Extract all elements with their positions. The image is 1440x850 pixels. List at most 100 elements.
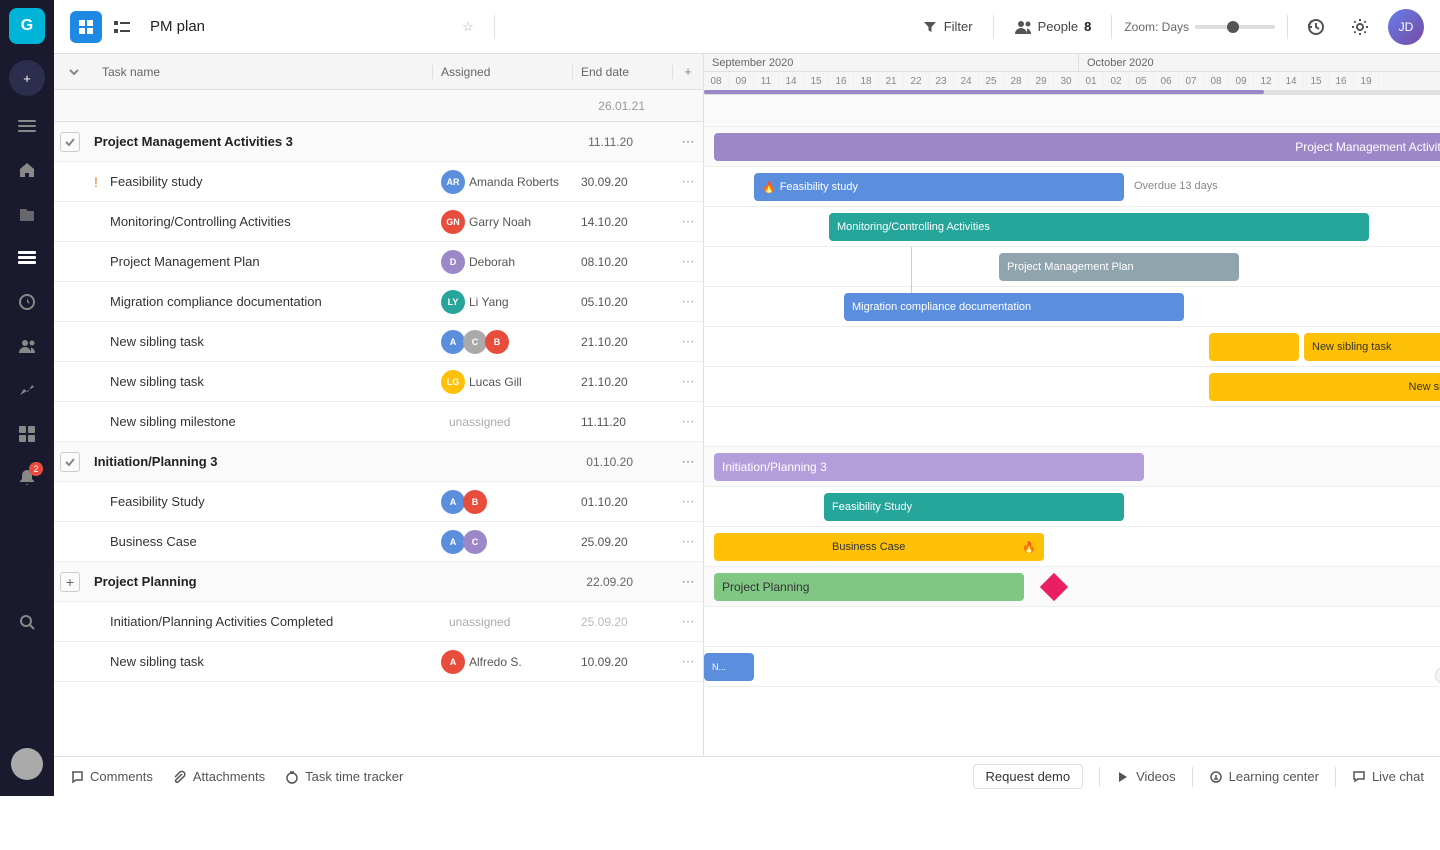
sidebar-item-timeline[interactable] <box>9 284 45 320</box>
task-date-sibling2: 21.10.20 <box>573 375 673 389</box>
group-toggle-ip3[interactable] <box>54 452 94 472</box>
group-more-ip3[interactable]: ⋯ <box>673 454 703 470</box>
gantt-group-ip3: Initiation/Planning 3 <box>704 447 1440 487</box>
people-button[interactable]: People 8 <box>1006 14 1100 40</box>
group-more-pma3[interactable]: ⋯ <box>673 134 703 150</box>
avatar: LY <box>441 290 465 314</box>
sidebar-item-collapse[interactable] <box>9 108 45 144</box>
task-more-pm-plan[interactable]: ⋯ <box>673 254 703 270</box>
group-checkbox-ip3[interactable] <box>60 452 80 472</box>
day-16b: 16 <box>1329 72 1354 90</box>
gantt-bar-sibling1a[interactable] <box>1209 333 1299 361</box>
task-date-ip-completed: 25.09.20 <box>573 615 673 629</box>
sidebar-item-folders[interactable] <box>9 196 45 232</box>
gantt-bar-sibling1b[interactable]: New sibling task <box>1304 333 1440 361</box>
group-checkbox-pma3[interactable] <box>60 132 80 152</box>
sidebar-item-dashboard[interactable] <box>9 416 45 452</box>
app-logo[interactable]: G <box>9 8 45 44</box>
gantt-bar-monitoring[interactable]: Monitoring/Controlling Activities <box>829 213 1369 241</box>
gantt-bar-ip3[interactable]: Initiation/Planning 3 <box>714 453 1144 481</box>
day-15b: 15 <box>1304 72 1329 90</box>
group-name-pp: Project Planning <box>94 574 573 589</box>
request-demo-button[interactable]: Request demo <box>973 764 1084 789</box>
sidebar-item-people[interactable] <box>9 328 45 364</box>
add-button[interactable]: + <box>9 60 45 96</box>
sidebar-item-search[interactable] <box>9 604 45 640</box>
avatar: D <box>441 250 465 274</box>
task-more-business[interactable]: ⋯ <box>673 534 703 550</box>
task-row-migration: Migration compliance documentation LY Li… <box>54 282 703 322</box>
task-more-feasibility[interactable]: ⋯ <box>673 174 703 190</box>
task-more-sibling3[interactable]: ⋯ <box>673 654 703 670</box>
task-assigned-pm-plan: D Deborah <box>433 250 573 274</box>
user-menu-button[interactable]: JD <box>1388 9 1424 45</box>
bottom-sep2 <box>1192 767 1193 787</box>
gantt-bar-feasibility2[interactable]: Feasibility Study <box>824 493 1124 521</box>
task-assigned-sibling1: A C B <box>433 330 573 354</box>
sidebar-item-list[interactable] <box>9 240 45 276</box>
user-avatar[interactable] <box>11 748 43 780</box>
task-assigned-sibling2: LG Lucas Gill <box>433 370 573 394</box>
day-14b: 14 <box>1279 72 1304 90</box>
task-name-migration: Migration compliance documentation <box>110 294 433 309</box>
task-name-sibling3: New sibling task <box>110 654 433 669</box>
group-expand-pp[interactable]: + <box>60 572 80 592</box>
list-view-button[interactable] <box>106 11 138 43</box>
task-more-feasibility2[interactable]: ⋯ <box>673 494 703 510</box>
gantt-bar-sibling3[interactable]: N... <box>704 653 754 681</box>
task-more-monitoring[interactable]: ⋯ <box>673 214 703 230</box>
videos-button[interactable]: Videos <box>1116 769 1176 784</box>
gantt-bar-pp[interactable]: Project Planning <box>714 573 1024 601</box>
comments-button[interactable]: Comments <box>70 769 153 784</box>
sidebar-item-notifications[interactable]: 2 <box>9 460 45 496</box>
overdue-label: Overdue 13 days <box>1134 180 1218 192</box>
avatar: GN <box>441 210 465 234</box>
gantt-row-feasibility2: Feasibility Study <box>704 487 1440 527</box>
task-more-sibling1[interactable]: ⋯ <box>673 334 703 350</box>
task-name-feasibility: Feasibility study <box>110 174 433 189</box>
gantt-bar-label-pm-plan: Project Management Plan <box>1007 261 1134 273</box>
gantt-bar-business-left[interactable] <box>714 533 834 561</box>
add-column-button[interactable]: + <box>673 64 703 79</box>
column-header-date: End date <box>573 65 673 79</box>
task-more-migration[interactable]: ⋯ <box>673 294 703 310</box>
learning-center-button[interactable]: Learning center <box>1209 769 1319 784</box>
group-toggle-pp[interactable]: + <box>54 572 94 592</box>
task-name-pm-plan: Project Management Plan <box>110 254 433 269</box>
sidebar-item-analytics[interactable] <box>9 372 45 408</box>
toggle-all-icon[interactable] <box>54 65 94 79</box>
group-more-pp[interactable]: ⋯ <box>673 574 703 590</box>
gantt-header: September 2020 October 2020 08 09 11 14 … <box>704 54 1440 95</box>
avatar: C <box>463 530 487 554</box>
filter-button[interactable]: Filter <box>914 15 981 39</box>
gantt-bar-sibling2[interactable]: New sibling task <box>1209 373 1440 401</box>
avatar: A <box>441 490 465 514</box>
gantt-bar-feasibility[interactable]: 🔥 Feasibility study <box>754 173 1124 201</box>
group-pp[interactable]: + Project Planning 22.09.20 ⋯ <box>54 562 703 602</box>
group-ip3[interactable]: Initiation/Planning 3 01.10.20 ⋯ <box>54 442 703 482</box>
project-title-input[interactable] <box>150 18 450 35</box>
gantt-bar-business[interactable]: Business Case 🔥 <box>824 533 1044 561</box>
settings-button[interactable] <box>1344 11 1376 43</box>
gantt-bar-pm-plan[interactable]: Project Management Plan <box>999 253 1239 281</box>
scroll-progress <box>704 90 1440 94</box>
favorite-icon[interactable]: ☆ <box>462 19 474 35</box>
group-pma3[interactable]: Project Management Activities 3 11.11.20… <box>54 122 703 162</box>
task-more-ip-completed[interactable]: ⋯ <box>673 614 703 630</box>
gantt-group-pma3: Project Management Activities 3 <box>704 127 1440 167</box>
live-chat-button[interactable]: Live chat <box>1352 769 1424 784</box>
gantt-bar-pma3[interactable]: Project Management Activities 3 <box>714 133 1440 161</box>
attachments-button[interactable]: Attachments <box>173 769 265 784</box>
task-more-sibling2[interactable]: ⋯ <box>673 374 703 390</box>
time-tracker-button[interactable]: Task time tracker <box>285 769 403 784</box>
group-toggle-pma3[interactable] <box>54 132 94 152</box>
group-date-pp: 22.09.20 <box>573 575 673 589</box>
grid-view-button[interactable] <box>70 11 102 43</box>
sidebar-item-home[interactable] <box>9 152 45 188</box>
gantt-bar-migration[interactable]: Migration compliance documentation <box>844 293 1184 321</box>
gantt-bar-label-sibling2: New sibling task <box>1409 381 1440 393</box>
task-more-milestone1[interactable]: ⋯ <box>673 414 703 430</box>
task-date-sibling1: 21.10.20 <box>573 335 673 349</box>
zoom-slider[interactable] <box>1195 25 1275 29</box>
history-button[interactable] <box>1300 11 1332 43</box>
